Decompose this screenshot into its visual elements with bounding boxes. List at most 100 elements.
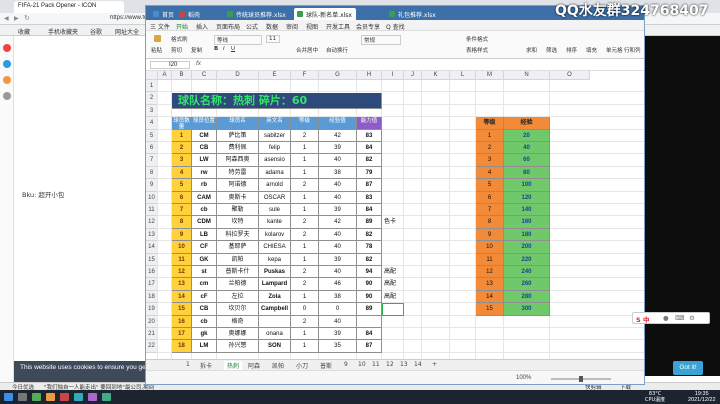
table-header[interactable]: 能力值 — [357, 117, 382, 130]
player-name-cn[interactable]: 特劳雷 — [217, 166, 259, 180]
player-index[interactable]: 7 — [172, 204, 192, 217]
ref-level[interactable]: 8 — [476, 216, 504, 229]
player-name-cn[interactable]: 孙兴慜 — [217, 340, 259, 353]
player-position[interactable]: LB — [192, 228, 217, 242]
fill-button[interactable]: 填充 — [586, 46, 597, 54]
ref-level[interactable]: 2 — [476, 142, 504, 155]
paste-icon[interactable] — [154, 35, 161, 42]
player-rating[interactable] — [357, 315, 382, 328]
player-note[interactable]: 色卡 — [382, 216, 404, 228]
wrap-text-button[interactable]: 自动换行 — [326, 46, 348, 54]
player-index[interactable]: 1 — [172, 129, 192, 142]
player-name-en[interactable]: Campbell — [259, 303, 291, 316]
sheet-tab[interactable]: 凯帕 — [272, 361, 284, 370]
player-rating[interactable]: 87 — [357, 179, 382, 192]
ref-exp[interactable]: 200 — [504, 241, 550, 254]
player-name-en[interactable]: Lampard — [259, 278, 291, 291]
menu-layout[interactable]: 页面布局 — [216, 22, 240, 31]
table-header[interactable]: 经验值 — [319, 117, 357, 130]
player-rating[interactable]: 89 — [357, 303, 382, 316]
ref-exp[interactable]: 160 — [504, 216, 550, 229]
ref-level[interactable]: 7 — [476, 204, 504, 217]
player-name-cn[interactable]: 基耶萨 — [217, 241, 259, 254]
player-name-en[interactable]: kante — [259, 216, 291, 229]
url-text[interactable]: https://www.futbin — [110, 15, 150, 21]
column-header[interactable]: N — [504, 71, 550, 80]
clock[interactable]: 19:35 2021/12/22 — [688, 391, 716, 403]
browser-tab[interactable]: FIFA-21 Pack Opener - ICON — [14, 1, 124, 13]
table-header[interactable]: 球员数量 — [172, 117, 192, 130]
player-note[interactable]: 高配 — [382, 266, 404, 278]
ref-level[interactable]: 15 — [476, 303, 504, 316]
column-header[interactable]: F — [291, 71, 319, 80]
player-rating[interactable]: 84 — [357, 328, 382, 341]
menu-member[interactable]: 会员专享 — [356, 22, 380, 31]
player-name-en[interactable]: OSCAR — [259, 191, 291, 204]
ref-header[interactable]: 等级 — [476, 117, 504, 130]
player-index[interactable]: 4 — [172, 166, 192, 180]
bookmark-item[interactable]: 手机收藏夹 — [48, 27, 78, 36]
player-position[interactable]: CM — [192, 129, 217, 142]
player-name-en[interactable] — [259, 315, 291, 328]
app-icon[interactable] — [74, 393, 83, 401]
ref-exp[interactable]: 100 — [504, 179, 550, 192]
sheet-tab[interactable]: 13 — [400, 361, 408, 368]
player-level[interactable]: 1 — [291, 290, 319, 304]
ref-exp[interactable]: 240 — [504, 266, 550, 279]
player-name-cn[interactable]: 奥娜娜 — [217, 328, 259, 341]
sheet-tab[interactable]: 12 — [386, 361, 394, 368]
ref-level[interactable]: 5 — [476, 179, 504, 192]
select-all-corner[interactable] — [146, 71, 158, 80]
player-rating[interactable]: 82 — [357, 228, 382, 242]
player-position[interactable]: LM — [192, 340, 217, 353]
player-rating[interactable]: 79 — [357, 166, 382, 180]
ime-toolbar[interactable]: S 中 ● ⌨ ⚙ — [632, 312, 710, 324]
tab-file-active[interactable]: 球队-新名单.xlsx — [294, 8, 356, 20]
keyboard-icon[interactable]: ⌨ — [675, 314, 684, 322]
menu-review[interactable]: 审阅 — [286, 22, 298, 31]
player-name-en[interactable]: onana — [259, 328, 291, 341]
menu-data[interactable]: 数据 — [266, 22, 278, 31]
player-name-en[interactable]: Puskas — [259, 266, 291, 279]
player-position[interactable]: CB — [192, 303, 217, 316]
player-index[interactable]: 9 — [172, 228, 192, 242]
player-exp[interactable]: 42 — [319, 216, 357, 229]
selected-cell[interactable] — [382, 303, 404, 316]
player-name-en[interactable]: sabitzer — [259, 129, 291, 142]
player-level[interactable]: 1 — [291, 142, 319, 155]
player-index[interactable]: 10 — [172, 241, 192, 254]
player-level[interactable]: 1 — [291, 154, 319, 167]
player-index[interactable]: 8 — [172, 216, 192, 229]
number-format-select[interactable]: 常规 — [361, 35, 401, 45]
bookmark-item[interactable]: 谷歌 — [90, 27, 102, 36]
sheet-tab[interactable]: 阿森 — [248, 361, 260, 370]
player-exp[interactable]: 40 — [319, 179, 357, 192]
player-exp[interactable]: 46 — [319, 278, 357, 291]
player-level[interactable]: 2 — [291, 315, 319, 328]
player-name-en[interactable]: Zola — [259, 290, 291, 304]
tab-file[interactable]: 礼包推荐.xlsx — [386, 8, 440, 20]
player-position[interactable]: CAM — [192, 191, 217, 204]
player-position[interactable]: cm — [192, 278, 217, 291]
player-name-cn[interactable]: 阿森西奥 — [217, 154, 259, 167]
player-exp[interactable]: 35 — [319, 340, 357, 353]
player-index[interactable]: 5 — [172, 179, 192, 192]
sort-button[interactable]: 排序 — [566, 46, 577, 54]
player-note[interactable]: 高配 — [382, 291, 404, 303]
player-position[interactable]: CB — [192, 142, 217, 155]
menu-insert[interactable]: 插入 — [196, 22, 208, 31]
ref-level[interactable]: 14 — [476, 290, 504, 304]
sheet-tab[interactable]: 小刀 — [296, 361, 308, 370]
got-it-button[interactable]: Got it! — [673, 361, 703, 375]
ref-level[interactable]: 6 — [476, 191, 504, 204]
player-level[interactable]: 1 — [291, 328, 319, 341]
sheet-tab[interactable]: 9 — [344, 361, 348, 368]
player-level[interactable]: 0 — [291, 303, 319, 316]
player-level[interactable]: 2 — [291, 129, 319, 142]
player-position[interactable]: st — [192, 266, 217, 279]
player-name-en[interactable]: asensio — [259, 154, 291, 167]
column-header[interactable]: K — [422, 71, 450, 80]
player-exp[interactable]: 38 — [319, 166, 357, 180]
app-icon[interactable] — [102, 393, 111, 401]
player-position[interactable]: rb — [192, 179, 217, 192]
